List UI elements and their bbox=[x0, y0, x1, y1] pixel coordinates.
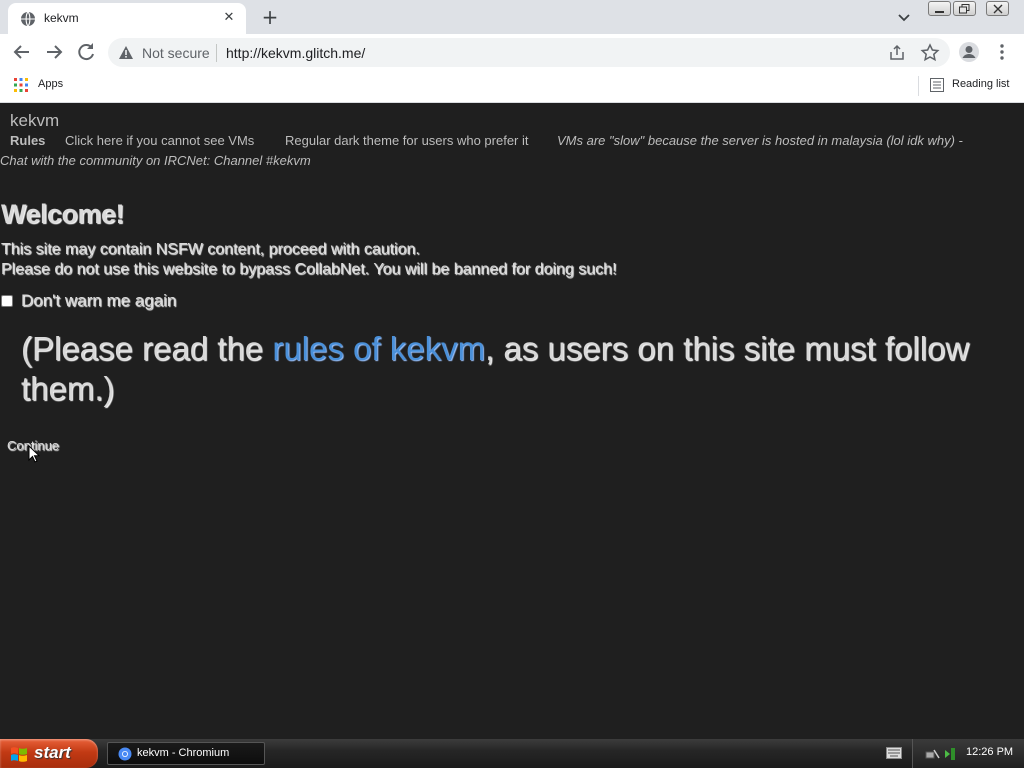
browser-toolbar: Not secure http://kekvm.glitch.me/ bbox=[0, 34, 1024, 70]
tab-search-chevron-icon[interactable] bbox=[894, 7, 914, 27]
rules-notice: (Please read the rules of kekvm, as user… bbox=[21, 329, 981, 409]
close-window-icon bbox=[993, 4, 1003, 14]
nsfw-warning-text: This site may contain NSFW content, proc… bbox=[1, 241, 420, 258]
minimize-icon bbox=[935, 11, 944, 13]
close-window-button[interactable] bbox=[986, 1, 1009, 16]
rules-link[interactable]: Rules bbox=[10, 131, 45, 151]
bookmarks-divider bbox=[918, 76, 919, 96]
dark-theme-link[interactable]: Regular dark theme for users who prefer … bbox=[285, 131, 529, 151]
irc-chat-note: Chat with the community on IRCNet: Chann… bbox=[0, 153, 311, 168]
back-arrow-icon[interactable] bbox=[10, 40, 34, 64]
taskbar-item-chromium[interactable]: kekvm - Chromium bbox=[107, 742, 265, 765]
page-content: kekvm Rules Click here if you cannot see… bbox=[0, 103, 1024, 739]
chromium-icon bbox=[118, 747, 132, 761]
slow-vms-note: VMs are "slow" because the server is hos… bbox=[557, 133, 963, 148]
network-icon[interactable] bbox=[925, 746, 941, 762]
tab-title: kekvm bbox=[44, 11, 79, 25]
apps-label: Apps bbox=[38, 78, 64, 90]
warning-triangle-icon[interactable] bbox=[118, 45, 134, 61]
safely-remove-icon[interactable] bbox=[943, 746, 957, 762]
welcome-heading: Welcome! bbox=[1, 199, 125, 229]
profile-avatar-icon[interactable] bbox=[958, 41, 980, 63]
menu-kebab-icon[interactable] bbox=[994, 42, 1010, 62]
notice-prefix: (Please read the bbox=[21, 330, 273, 367]
forward-arrow-icon[interactable] bbox=[42, 40, 66, 64]
address-bar[interactable]: Not secure http://kekvm.glitch.me/ bbox=[108, 38, 950, 67]
reading-list-icon bbox=[930, 78, 944, 92]
security-label: Not secure bbox=[142, 45, 210, 61]
collabnet-warning-text: Please do not use this website to bypass… bbox=[1, 261, 617, 278]
restore-icon bbox=[959, 4, 970, 14]
browser-tab-kekvm[interactable]: kekvm ✕ bbox=[8, 3, 246, 34]
share-icon[interactable] bbox=[888, 44, 906, 62]
omnibox-divider bbox=[216, 44, 217, 62]
globe-icon bbox=[21, 11, 35, 27]
reading-list-label: Reading list bbox=[952, 78, 1010, 90]
bookmarks-bar: Apps Reading list bbox=[0, 70, 1024, 103]
new-tab-button[interactable]: + bbox=[258, 6, 282, 28]
windows-flag-icon bbox=[11, 747, 27, 762]
rules-of-kekvm-link[interactable]: rules of kekvm bbox=[272, 330, 485, 367]
site-title: kekvm bbox=[10, 111, 60, 130]
clock: 12:26 PM bbox=[966, 746, 1014, 758]
cannot-see-vms-link[interactable]: Click here if you cannot see VMs bbox=[65, 131, 254, 151]
start-label: start bbox=[34, 743, 71, 762]
start-button[interactable]: start bbox=[0, 739, 98, 768]
mouse-cursor-icon bbox=[28, 445, 40, 463]
tab-strip: kekvm ✕ + bbox=[0, 0, 1024, 34]
taskbar: start kekvm - Chromium 12:26 PM bbox=[0, 739, 1024, 768]
restore-button[interactable] bbox=[953, 1, 976, 16]
reload-icon[interactable] bbox=[74, 40, 98, 64]
taskbar-item-label: kekvm - Chromium bbox=[137, 747, 230, 759]
apps-grid-icon bbox=[14, 78, 28, 92]
url-text[interactable]: http://kekvm.glitch.me/ bbox=[226, 45, 365, 61]
minimize-button[interactable] bbox=[928, 1, 951, 16]
keyboard-icon[interactable] bbox=[886, 747, 902, 759]
system-tray: 12:26 PM bbox=[912, 739, 1024, 768]
dont-warn-checkbox[interactable] bbox=[1, 295, 13, 307]
bookmark-star-icon[interactable] bbox=[920, 43, 940, 63]
dont-warn-label[interactable]: Don't warn me again bbox=[21, 291, 176, 311]
close-tab-icon[interactable]: ✕ bbox=[220, 9, 238, 27]
